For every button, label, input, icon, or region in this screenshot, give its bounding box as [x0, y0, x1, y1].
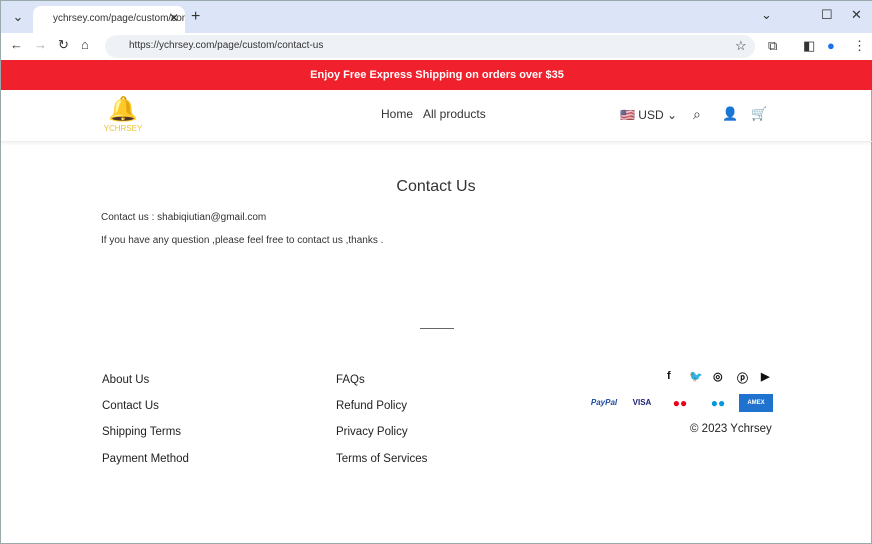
nav-all-products[interactable]: All products	[423, 107, 486, 121]
footer-refund-policy[interactable]: Refund Policy	[336, 400, 407, 412]
profile-icon[interactable]: ●	[827, 38, 835, 53]
footer-terms-of-services[interactable]: Terms of Services	[336, 453, 427, 465]
paypal-icon: PayPal	[590, 398, 618, 407]
footer-about-us[interactable]: About Us	[102, 374, 149, 386]
copyright: © 2023 Ychrsey	[690, 423, 772, 435]
twitter-icon[interactable]: 🐦	[689, 370, 703, 383]
home-icon[interactable]: ⌂	[81, 37, 89, 52]
footer-payment-method[interactable]: Payment Method	[102, 453, 189, 465]
page-title: Contact Us	[396, 178, 476, 195]
reload-icon[interactable]: ↻	[58, 37, 69, 53]
contact-email[interactable]: shabiqiutian@gmail.com	[157, 212, 266, 223]
logo-text: YCHRSEY	[103, 124, 143, 133]
footer-faqs[interactable]: FAQs	[336, 374, 365, 386]
back-icon[interactable]: ←	[10, 37, 23, 52]
footer-privacy-policy[interactable]: Privacy Policy	[336, 426, 408, 438]
tab-title: ychrsey.com/page/custom/contact-us	[53, 13, 185, 24]
browser-toolbar: ← → ↻ ⌂ https://ychrsey.com/page/custom/…	[1, 33, 872, 60]
new-tab-icon[interactable]: +	[191, 8, 200, 26]
contact-line: Contact us : shabiqiutian@gmail.com	[101, 212, 266, 223]
cart-icon[interactable]: 🛒	[751, 106, 767, 122]
contact-label: Contact us :	[101, 212, 155, 223]
close-tab-icon[interactable]: ✕	[169, 11, 179, 25]
contact-message: If you have any question ,please feel fr…	[101, 235, 384, 246]
maximize-icon[interactable]: ☐	[821, 7, 833, 23]
maestro-icon: ●●	[710, 396, 726, 410]
url-text: https://ychrsey.com/page/custom/contact-…	[129, 40, 324, 51]
address-bar[interactable]: https://ychrsey.com/page/custom/contact-…	[105, 35, 755, 58]
currency-label: USD	[638, 108, 664, 122]
site-header: 🔔 YCHRSEY Home All products 🇺🇸 USD ⌄ ⌕ 👤 🛒	[1, 90, 872, 142]
browser-tab[interactable]: ychrsey.com/page/custom/contact-us✕	[33, 6, 185, 33]
nav-home[interactable]: Home	[381, 107, 413, 121]
footer-shipping-terms[interactable]: Shipping Terms	[102, 426, 181, 438]
mastercard-icon: ●●	[672, 396, 688, 410]
amex-icon: AMEX	[739, 394, 773, 412]
promo-banner: Enjoy Free Express Shipping on orders ov…	[1, 60, 872, 90]
account-icon[interactable]: 👤	[722, 106, 738, 122]
close-window-icon[interactable]: ✕	[851, 7, 862, 23]
footer-contact-us[interactable]: Contact Us	[102, 400, 159, 412]
pinterest-icon[interactable]: ⓟ	[737, 370, 748, 386]
facebook-icon[interactable]: f	[667, 370, 671, 382]
bell-icon: 🔔	[108, 96, 138, 123]
menu-icon[interactable]: ⋮	[853, 38, 866, 54]
divider	[420, 328, 454, 329]
visa-icon: VISA	[632, 398, 652, 407]
currency-selector[interactable]: 🇺🇸 USD ⌄	[620, 108, 677, 122]
tab-strip: ⌄ ychrsey.com/page/custom/contact-us✕ + …	[1, 1, 872, 33]
instagram-icon[interactable]: ◎	[713, 370, 723, 383]
minimize-icon[interactable]: ⌄	[761, 7, 772, 23]
youtube-icon[interactable]: ▶	[761, 370, 769, 383]
search-icon[interactable]: ⌕	[693, 106, 701, 123]
tab-search-icon[interactable]: ⌄	[9, 9, 27, 25]
sidepanel-icon[interactable]: ◧	[803, 38, 815, 54]
extensions-icon[interactable]: ⧉	[768, 38, 777, 54]
star-icon[interactable]: ☆	[735, 38, 747, 54]
forward-icon[interactable]: →	[34, 37, 47, 52]
logo[interactable]: 🔔 YCHRSEY	[101, 96, 145, 133]
